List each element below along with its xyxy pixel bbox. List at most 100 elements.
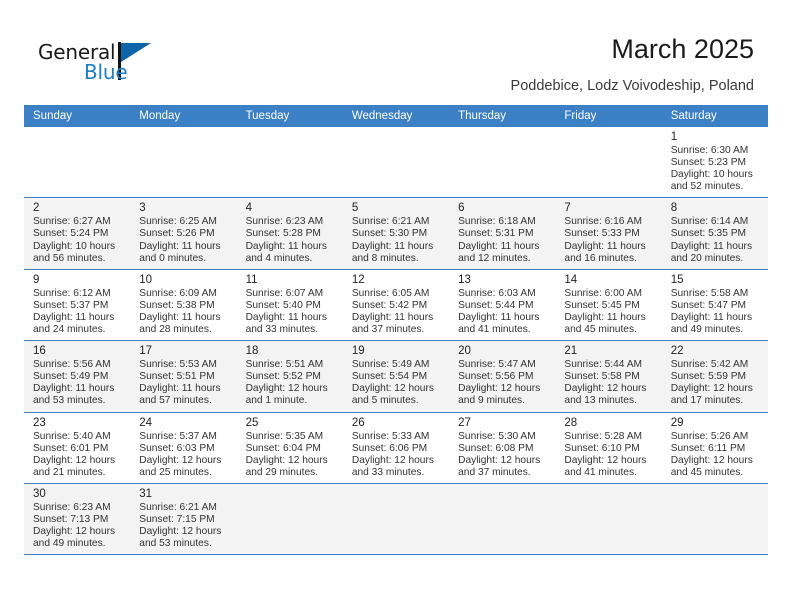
- calendar-day-cell[interactable]: 30 Sunrise: 6:23 AM Sunset: 7:13 PM Dayligh…: [24, 483, 131, 556]
- calendar-day-cell[interactable]: 26 Sunrise: 5:33 AM Sunset: 6:06 PM Dayligh…: [342, 412, 450, 484]
- general-blue-logo[interactable]: General Blue: [38, 40, 178, 92]
- day-sunset-text: Sunset: 5:44 PM: [458, 299, 534, 311]
- day-cell-content: 2 Sunrise: 6:27 AM Sunset: 5:24 PM Daylight…: [24, 198, 130, 268]
- calendar-week-row: 9 Sunrise: 6:12 AM Sunset: 5:37 PM Daylight…: [24, 269, 768, 342]
- day-daylight1-text: Daylight: 11 hours: [564, 240, 646, 252]
- day-sunset-text: Sunset: 5:26 PM: [139, 228, 215, 240]
- day-daylight2-text: and 8 minutes.: [351, 252, 419, 264]
- weekday-header-wednesday: Wednesday: [342, 105, 450, 127]
- day-number: 18: [245, 345, 259, 358]
- calendar-week-row: 23 Sunrise: 5:40 AM Sunset: 6:01 PM Dayligh…: [24, 412, 768, 484]
- calendar-day-cell[interactable]: 20 Sunrise: 5:47 AM Sunset: 5:56 PM Dayligh…: [449, 340, 556, 413]
- day-sun-info: Sunrise: 5:44 AM Sunset: 5:58 PM Daylight:…: [564, 359, 653, 407]
- day-sunset-text: Sunset: 5:38 PM: [139, 299, 215, 311]
- day-cell-content: 28 Sunrise: 5:28 AM Sunset: 6:10 PM Dayligh…: [555, 413, 661, 483]
- day-daylight2-text: and 4 minutes.: [245, 252, 313, 264]
- day-number: 25: [245, 416, 259, 429]
- day-daylight2-text: and 49 minutes.: [670, 324, 744, 336]
- calendar-day-cell[interactable]: 13 Sunrise: 6:03 AM Sunset: 5:44 PM Dayligh…: [449, 269, 556, 342]
- weekday-header-friday: Friday: [555, 105, 662, 127]
- day-sun-info: Sunrise: 6:03 AM Sunset: 5:44 PM Daylight:…: [458, 288, 547, 336]
- calendar-day-cell[interactable]: 9 Sunrise: 6:12 AM Sunset: 5:37 PM Daylight…: [24, 269, 131, 342]
- day-daylight1-text: Daylight: 11 hours: [564, 311, 646, 323]
- calendar-day-cell[interactable]: 14 Sunrise: 6:00 AM Sunset: 5:45 PM Dayligh…: [555, 269, 662, 342]
- day-cell-content: 20 Sunrise: 5:47 AM Sunset: 5:56 PM Dayligh…: [449, 341, 555, 411]
- calendar-day-cell[interactable]: 23 Sunrise: 5:40 AM Sunset: 6:01 PM Dayligh…: [24, 412, 131, 484]
- day-sunset-text: Sunset: 5:51 PM: [139, 371, 215, 383]
- day-sunrise-text: Sunrise: 5:44 AM: [564, 359, 642, 371]
- day-daylight2-text: and 53 minutes.: [33, 395, 106, 407]
- calendar-day-cell[interactable]: 8 Sunrise: 6:14 AM Sunset: 5:35 PM Daylight…: [661, 197, 768, 270]
- day-number: 1: [670, 131, 678, 143]
- calendar-cell-empty: [449, 127, 556, 199]
- day-number: 28: [564, 416, 578, 429]
- day-sunrise-text: Sunrise: 6:07 AM: [245, 287, 324, 299]
- day-number: 27: [458, 416, 471, 429]
- calendar-day-cell[interactable]: 3 Sunrise: 6:25 AM Sunset: 5:26 PM Daylight…: [130, 197, 237, 270]
- calendar-day-cell[interactable]: 5 Sunrise: 6:21 AM Sunset: 5:30 PM Daylight…: [342, 197, 450, 270]
- calendar-day-cell[interactable]: 21 Sunrise: 5:44 AM Sunset: 5:58 PM Dayligh…: [555, 340, 662, 413]
- day-sun-info: Sunrise: 5:42 AM Sunset: 5:59 PM Daylight:…: [671, 359, 760, 407]
- calendar-day-cell[interactable]: 7 Sunrise: 6:16 AM Sunset: 5:33 PM Daylight…: [555, 197, 662, 270]
- calendar-day-cell[interactable]: 16 Sunrise: 5:56 AM Sunset: 5:49 PM Dayligh…: [24, 340, 131, 413]
- day-daylight1-text: Daylight: 12 hours: [458, 383, 541, 395]
- calendar-cell-empty: [342, 483, 450, 556]
- calendar-week-row: 1 Sunrise: 6:30 AM Sunset: 5:23 PM Daylight…: [24, 127, 768, 199]
- calendar-day-cell[interactable]: 6 Sunrise: 6:18 AM Sunset: 5:31 PM Daylight…: [449, 197, 556, 270]
- day-cell-content: 24 Sunrise: 5:37 AM Sunset: 6:03 PM Dayligh…: [130, 413, 236, 483]
- day-cell-content: 1 Sunrise: 6:30 AM Sunset: 5:23 PM Daylight…: [662, 127, 768, 197]
- calendar-day-cell[interactable]: 11 Sunrise: 6:07 AM Sunset: 5:40 PM Dayligh…: [236, 269, 343, 342]
- calendar-cell-empty: [236, 127, 343, 199]
- day-daylight1-text: Daylight: 12 hours: [351, 383, 434, 395]
- day-number: 5: [351, 202, 359, 215]
- day-daylight1-text: Daylight: 12 hours: [245, 383, 328, 395]
- calendar-day-cell[interactable]: 27 Sunrise: 5:30 AM Sunset: 6:08 PM Dayligh…: [449, 412, 556, 484]
- day-daylight2-text: and 9 minutes.: [458, 395, 525, 407]
- weekday-header-tuesday: Tuesday: [236, 105, 343, 127]
- calendar-week-row: 2 Sunrise: 6:27 AM Sunset: 5:24 PM Daylight…: [24, 197, 768, 270]
- day-cell-content: 3 Sunrise: 6:25 AM Sunset: 5:26 PM Daylight…: [130, 198, 236, 268]
- day-daylight2-text: and 24 minutes.: [33, 324, 106, 336]
- calendar-day-cell[interactable]: 19 Sunrise: 5:49 AM Sunset: 5:54 PM Dayligh…: [342, 340, 450, 413]
- calendar-cell-empty: [24, 127, 131, 199]
- sunrise-sunset-calendar: Sunday Monday Tuesday Wednesday Thursday…: [24, 105, 768, 556]
- day-number: 12: [351, 273, 365, 286]
- calendar-day-cell[interactable]: 29 Sunrise: 5:26 AM Sunset: 6:11 PM Dayligh…: [661, 412, 768, 484]
- day-sun-info: Sunrise: 5:47 AM Sunset: 5:56 PM Daylight:…: [458, 359, 547, 407]
- weekday-header-thursday: Thursday: [449, 105, 556, 127]
- day-sun-info: Sunrise: 6:21 AM Sunset: 7:15 PM Daylight:…: [139, 502, 228, 550]
- calendar-day-cell[interactable]: 15 Sunrise: 5:58 AM Sunset: 5:47 PM Dayligh…: [661, 269, 768, 342]
- calendar-day-cell[interactable]: 22 Sunrise: 5:42 AM Sunset: 5:59 PM Dayligh…: [661, 340, 768, 413]
- calendar-day-cell[interactable]: 10 Sunrise: 6:09 AM Sunset: 5:38 PM Dayligh…: [130, 269, 237, 342]
- calendar-day-cell[interactable]: 24 Sunrise: 5:37 AM Sunset: 6:03 PM Dayligh…: [130, 412, 237, 484]
- day-cell-content: 7 Sunrise: 6:16 AM Sunset: 5:33 PM Daylight…: [555, 198, 661, 268]
- calendar-day-cell[interactable]: 25 Sunrise: 5:35 AM Sunset: 6:04 PM Dayligh…: [236, 412, 343, 484]
- calendar-day-cell[interactable]: 31 Sunrise: 6:21 AM Sunset: 7:15 PM Dayligh…: [130, 483, 237, 556]
- calendar-day-cell[interactable]: 1 Sunrise: 6:30 AM Sunset: 5:23 PM Daylight…: [661, 127, 768, 199]
- day-cell-content: 15 Sunrise: 5:58 AM Sunset: 5:47 PM Dayligh…: [662, 270, 768, 340]
- day-daylight1-text: Daylight: 12 hours: [351, 454, 434, 466]
- calendar-day-cell[interactable]: 12 Sunrise: 6:05 AM Sunset: 5:42 PM Dayligh…: [342, 269, 450, 342]
- day-sunrise-text: Sunrise: 5:51 AM: [245, 359, 324, 371]
- day-daylight2-text: and 45 minutes.: [564, 324, 637, 336]
- day-cell-content: 17 Sunrise: 5:53 AM Sunset: 5:51 PM Dayligh…: [130, 341, 236, 411]
- calendar-day-cell[interactable]: 17 Sunrise: 5:53 AM Sunset: 5:51 PM Dayligh…: [130, 340, 237, 413]
- day-sun-info: Sunrise: 6:09 AM Sunset: 5:38 PM Daylight:…: [139, 288, 228, 336]
- calendar-day-cell[interactable]: 28 Sunrise: 5:28 AM Sunset: 6:10 PM Dayligh…: [555, 412, 662, 484]
- day-sun-info: Sunrise: 6:21 AM Sunset: 5:30 PM Daylight:…: [352, 216, 441, 264]
- day-number: 8: [670, 202, 678, 215]
- day-daylight1-text: Daylight: 11 hours: [458, 240, 540, 252]
- calendar-day-cell[interactable]: 2 Sunrise: 6:27 AM Sunset: 5:24 PM Daylight…: [24, 197, 131, 270]
- calendar-day-cell[interactable]: 4 Sunrise: 6:23 AM Sunset: 5:28 PM Daylight…: [236, 197, 343, 270]
- day-cell-content: 18 Sunrise: 5:51 AM Sunset: 5:52 PM Dayligh…: [237, 341, 343, 411]
- day-number: 6: [458, 202, 465, 215]
- calendar-day-cell[interactable]: 18 Sunrise: 5:51 AM Sunset: 5:52 PM Dayligh…: [236, 340, 343, 413]
- day-cell-content: 29 Sunrise: 5:26 AM Sunset: 6:11 PM Dayligh…: [662, 413, 768, 483]
- day-number: 4: [245, 202, 252, 215]
- day-sunrise-text: Sunrise: 5:56 AM: [33, 359, 111, 371]
- day-sunset-text: Sunset: 5:59 PM: [670, 371, 747, 383]
- calendar-cell-empty: [130, 127, 237, 199]
- day-number: 19: [351, 345, 365, 358]
- day-daylight1-text: Daylight: 12 hours: [564, 383, 647, 395]
- day-daylight1-text: Daylight: 12 hours: [139, 526, 222, 538]
